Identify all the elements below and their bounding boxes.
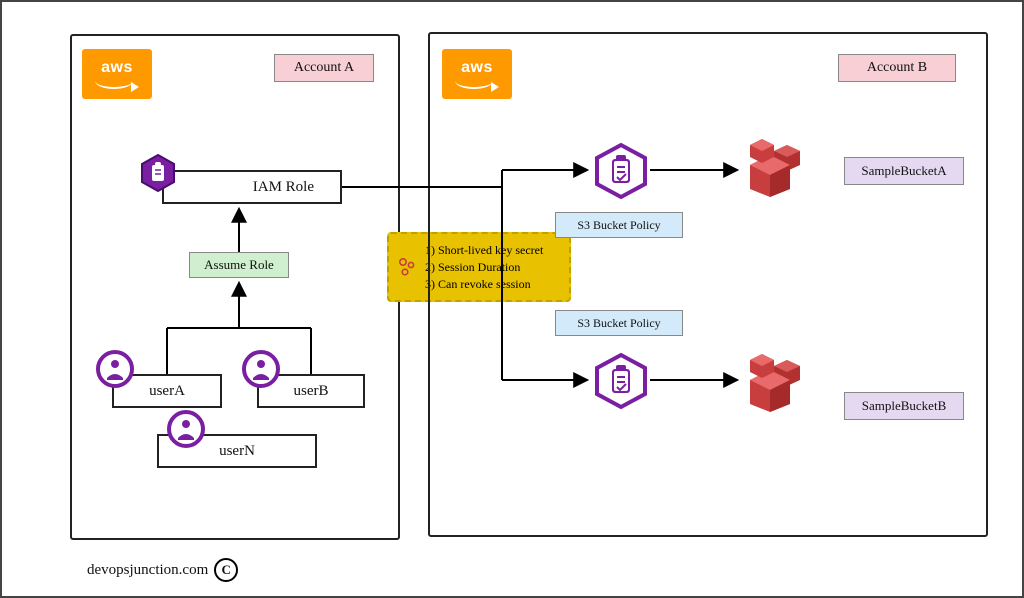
user-b-icon xyxy=(242,350,280,388)
user-n-icon xyxy=(167,410,205,448)
user-a-label: userA xyxy=(149,383,185,400)
account-b-box xyxy=(428,32,988,537)
bucket-policy-1-label: S3 Bucket Policy xyxy=(555,212,683,238)
footer-text: devopsjunction.com xyxy=(87,562,208,579)
aws-logo-a: aws xyxy=(82,49,152,99)
iam-role-label: IAM Role xyxy=(253,179,314,196)
copyright-icon: C xyxy=(214,558,238,582)
account-a-title: Account A xyxy=(274,54,374,82)
iam-role-box: IAM Role xyxy=(162,170,342,204)
assume-role-text: Assume Role xyxy=(204,257,274,273)
account-b-title: Account B xyxy=(838,54,956,82)
bucket-policy-2-text: S3 Bucket Policy xyxy=(577,316,660,331)
account-a-title-text: Account A xyxy=(294,60,354,76)
bucket-b-text: SampleBucketB xyxy=(862,398,947,414)
footer: devopsjunction.com C xyxy=(87,558,238,582)
account-b-title-text: Account B xyxy=(867,60,927,76)
assume-role-label: Assume Role xyxy=(189,252,289,278)
s3-bucket-a-icon xyxy=(742,137,812,197)
user-n-label: userN xyxy=(219,443,255,460)
bucket-policy-1-icon xyxy=(592,142,650,200)
bucket-policy-2-label: S3 Bucket Policy xyxy=(555,310,683,336)
bucket-policy-1-text: S3 Bucket Policy xyxy=(577,218,660,233)
user-a-icon xyxy=(96,350,134,388)
user-b-label: userB xyxy=(294,383,329,400)
bucket-a-label: SampleBucketA xyxy=(844,157,964,185)
diagram-stage: aws Account A IAM Role Assume Role userA… xyxy=(0,0,1024,598)
bucket-b-label: SampleBucketB xyxy=(844,392,964,420)
iam-role-icon xyxy=(138,153,178,193)
gears-icon xyxy=(395,255,419,279)
s3-bucket-b-icon xyxy=(742,352,812,412)
aws-logo-b: aws xyxy=(442,49,512,99)
bucket-policy-2-icon xyxy=(592,352,650,410)
bucket-a-text: SampleBucketA xyxy=(861,163,946,179)
